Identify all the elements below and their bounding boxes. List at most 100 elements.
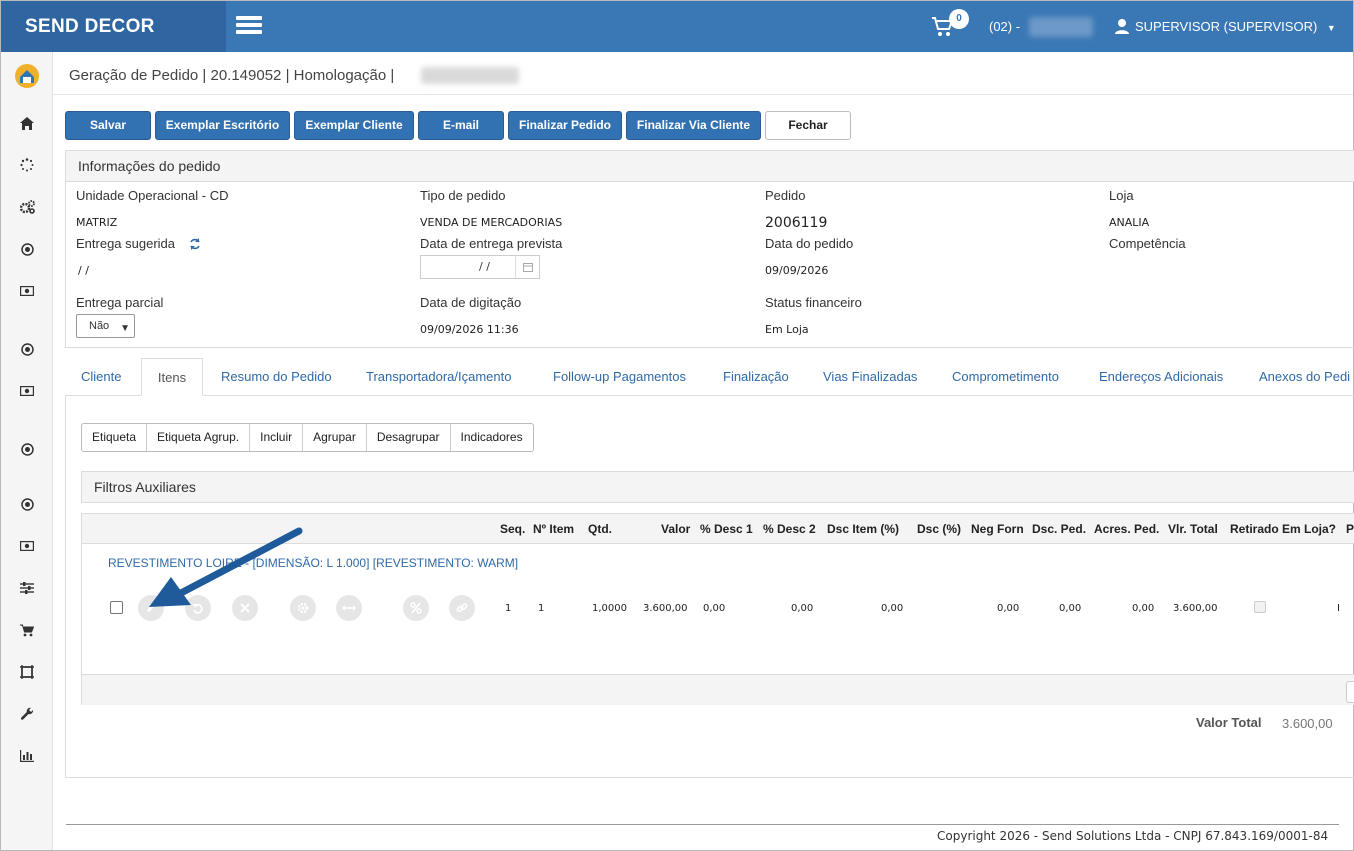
group-button[interactable]: Agrupar [303,424,367,451]
partial-delivery-value: Não [89,320,110,332]
sliders-icon[interactable] [18,579,36,597]
partial-delivery-select[interactable]: Não ▼ [76,314,135,338]
col-dsc-item[interactable]: Dsc Item (%) [827,522,899,536]
cell-dsc-ped: 0,00 [1132,603,1155,614]
competence-label: Competência [1109,236,1186,251]
tab-finalizacao[interactable]: Finalização [723,358,789,396]
financial-status-label: Status financeiro [765,295,862,310]
col-dsc[interactable]: Dsc (%) [917,522,961,536]
col-vlr-total[interactable]: Vlr. Total [1168,522,1218,536]
money-icon[interactable] [18,382,36,400]
tab-comprometimento[interactable]: Comprometimento [952,358,1059,396]
order-number-value: 2006119 [765,215,828,231]
percent-icon[interactable] [403,595,429,621]
cell-seq: 1 [505,603,512,614]
group-label-button[interactable]: Etiqueta Agrup. [147,424,251,451]
col-dsc-ped[interactable]: Dsc. Ped. [1032,522,1086,536]
target-icon[interactable] [18,340,36,358]
finish-order-button[interactable]: Finalizar Pedido [508,111,622,140]
col-item[interactable]: Nº Item [533,522,574,536]
store-value: ANALIA [1109,216,1150,229]
finish-client-button[interactable]: Finalizar Via Cliente [626,111,761,140]
expected-delivery-input[interactable]: / / [420,255,540,279]
client-copy-button[interactable]: Exemplar Cliente [294,111,414,140]
save-button[interactable]: Salvar [65,111,151,140]
tab-transportadora[interactable]: Transportadora/Içamento [366,358,511,396]
user-menu[interactable]: SUPERVISOR (SUPERVISOR) ▼ [1115,1,1336,54]
email-button[interactable]: E-mail [418,111,504,140]
footer-divider [66,824,1339,825]
auxiliary-filters-header[interactable]: Filtros Auxiliares [81,471,1354,503]
copyright: Copyright 2026 - Send Solutions Ltda - C… [937,829,1329,843]
tab-enderecos[interactable]: Endereços Adicionais [1099,358,1223,396]
unit-value: MATRIZ [76,216,118,229]
calendar-icon[interactable] [515,256,539,278]
user-icon [1115,18,1129,34]
col-p[interactable]: P [1346,522,1354,536]
cell-qty: 1,0000 [592,603,627,614]
cell-dsc: 0,00 [997,603,1020,614]
wrench-icon[interactable] [18,705,36,723]
gears-icon[interactable] [18,198,36,216]
resize-icon[interactable] [336,595,362,621]
col-desc1[interactable]: % Desc 1 [700,522,753,536]
panel-title: Informações do pedido [66,151,1354,182]
target-icon[interactable] [18,495,36,513]
total-value: 3.600,00 [1282,716,1333,731]
row-checkbox[interactable] [110,601,123,614]
redacted-title [421,67,519,84]
cell-desc2: 0,00 [791,603,814,614]
close-button[interactable]: Fechar [765,111,851,140]
redacted-phone [1029,17,1093,37]
cell-value: 3.600,00 [643,603,688,614]
ungroup-button[interactable]: Desagrupar [367,424,451,451]
link-icon[interactable] [449,595,475,621]
tab-resumo[interactable]: Resumo do Pedido [221,358,332,396]
menu-icon[interactable] [236,16,262,36]
label-button[interactable]: Etiqueta [82,424,148,451]
col-value[interactable]: Valor [661,522,690,536]
target-icon[interactable] [18,240,36,258]
refresh-icon[interactable] [189,238,201,250]
cell-vlr-total: 3.600,00 [1173,603,1218,614]
typing-date-label: Data de digitação [420,295,522,310]
col-qty[interactable]: Qtd. [588,522,612,536]
unit-label: Unidade Operacional - CD [76,188,229,203]
divider [53,94,1353,95]
sidebar [1,52,53,850]
col-seq[interactable]: Seq. [500,522,525,536]
retirado-checkbox[interactable] [1254,601,1266,613]
frame-icon[interactable] [18,663,36,681]
cart-icon[interactable] [18,621,36,639]
cart-count-badge: 0 [949,9,969,29]
money-icon[interactable] [18,282,36,300]
col-neg-forn[interactable]: Neg Forn [971,522,1024,536]
suggested-delivery-value: / / [78,264,89,277]
cell-p: I [1337,603,1340,614]
order-type-label: Tipo de pedido [420,188,506,203]
bar-chart-icon[interactable] [18,747,36,765]
indicators-button[interactable]: Indicadores [451,424,533,451]
tab-vias-finalizadas[interactable]: Vias Finalizadas [823,358,917,396]
col-desc2[interactable]: % Desc 2 [763,522,816,536]
financial-status-value: Em Loja [765,323,809,336]
brand-logo[interactable]: SEND DECOR [1,1,226,52]
tab-anexos[interactable]: Anexos do Pedi [1259,358,1350,396]
col-retirado[interactable]: Retirado Em Loja? [1230,522,1336,536]
spinner-icon[interactable] [18,156,36,174]
col-acres-ped[interactable]: Acres. Ped. [1094,522,1159,536]
tab-follow-up[interactable]: Follow-up Pagamentos [553,358,686,396]
cell-dsc-item: 0,00 [881,603,904,614]
target-icon[interactable] [18,440,36,458]
footer-button[interactable] [1346,681,1354,703]
typing-date-value: 09/09/2026 11:36 [420,323,519,336]
tab-cliente[interactable]: Cliente [81,358,121,396]
tab-itens[interactable]: Itens [141,358,203,396]
order-number-label: Pedido [765,188,806,203]
app-logo-icon[interactable] [14,63,40,89]
cell-neg-forn: 0,00 [1059,603,1082,614]
office-copy-button[interactable]: Exemplar Escritório [155,111,290,140]
money-icon[interactable] [18,537,36,555]
home-icon[interactable] [18,114,36,132]
include-button[interactable]: Incluir [250,424,304,451]
